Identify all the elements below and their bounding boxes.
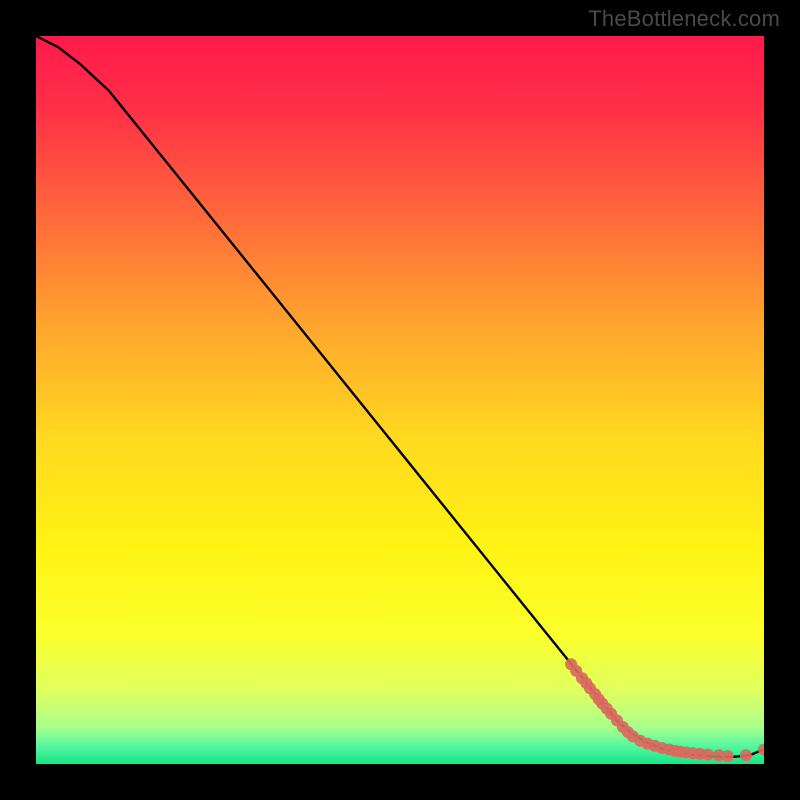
watermark-label: TheBottleneck.com: [588, 6, 780, 32]
sample-point: [702, 749, 714, 761]
sample-point: [722, 750, 734, 762]
gradient-background: [36, 36, 764, 764]
chart-stage: TheBottleneck.com: [0, 0, 800, 800]
plot-area: [36, 36, 764, 764]
chart-svg: [36, 36, 764, 764]
sample-point: [740, 749, 752, 761]
